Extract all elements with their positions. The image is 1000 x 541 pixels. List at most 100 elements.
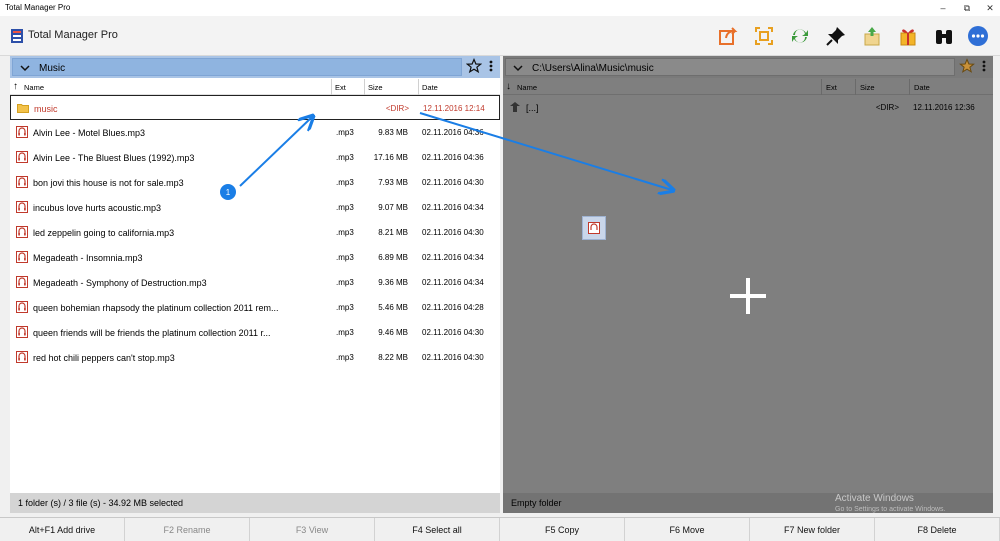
audio-file-icon bbox=[16, 351, 28, 363]
kebab-menu-icon[interactable] bbox=[980, 58, 988, 74]
sort-arrow-up-icon[interactable]: ↑ bbox=[13, 81, 18, 92]
row-size: 6.89 MB bbox=[378, 253, 408, 262]
table-row[interactable]: Alvin Lee - Motel Blues.mp3 .mp3 9.83 MB 02… bbox=[10, 120, 500, 145]
restore-icon[interactable]: ⧉ bbox=[960, 2, 974, 14]
right-path-box[interactable]: C:\Users\Alina\Music\music bbox=[505, 58, 955, 76]
row-size: 9.07 MB bbox=[378, 203, 408, 212]
plus-icon[interactable] bbox=[728, 276, 768, 316]
table-row[interactable]: bon jovi this house is not for sale.mp3.… bbox=[10, 170, 500, 195]
row-size: 5.46 MB bbox=[378, 303, 408, 312]
row-date: 12.11.2016 12:36 bbox=[913, 103, 975, 112]
col-date[interactable]: Date bbox=[914, 83, 930, 92]
col-size[interactable]: Size bbox=[368, 83, 383, 92]
row-ext: .mp3 bbox=[336, 228, 354, 237]
row-name: incubus love hurts acoustic.mp3 bbox=[33, 203, 162, 213]
chevron-down-icon[interactable] bbox=[512, 62, 524, 74]
row-size: <DIR> bbox=[385, 104, 409, 113]
find-button[interactable] bbox=[932, 24, 956, 48]
row-name: queen bohemian rhapsody the platinum col… bbox=[33, 303, 279, 313]
table-row[interactable]: queen bohemian rhapsody the platinum col… bbox=[10, 295, 500, 320]
upload-icon bbox=[864, 27, 880, 46]
row-name: Megadeath - Symphony of Destruction.mp3 bbox=[33, 278, 207, 288]
function-key-5[interactable]: F5 Copy bbox=[500, 518, 625, 541]
row-ext: .mp3 bbox=[336, 253, 354, 262]
table-row[interactable]: incubus love hurts acoustic.mp3 .mp3 9.07 … bbox=[10, 195, 500, 220]
activate-windows-watermark: Activate Windows bbox=[835, 493, 914, 504]
row-date: 02.11.2016 04:36 bbox=[422, 153, 484, 162]
table-row[interactable]: red hot chili peppers can't stop.mp3 .mp3… bbox=[10, 345, 500, 370]
sort-arrow-down-icon[interactable]: ↓ bbox=[506, 81, 511, 92]
row-name: music bbox=[34, 104, 58, 114]
table-row[interactable]: Megadeath - Symphony of Destruction.mp3.… bbox=[10, 270, 500, 295]
left-panel-header: Music bbox=[10, 56, 500, 78]
upload-button[interactable] bbox=[860, 24, 884, 48]
pin-button[interactable] bbox=[824, 24, 848, 48]
pin-icon bbox=[826, 27, 845, 46]
col-name[interactable]: Name bbox=[517, 83, 537, 92]
row-ext: .mp3 bbox=[336, 278, 354, 287]
minimize-icon[interactable]: – bbox=[936, 2, 950, 14]
left-panel[interactable]: Music ↑ Name Ext Size Date music <DIR> 12.… bbox=[10, 56, 500, 513]
row-date: 02.11.2016 04:34 bbox=[422, 253, 484, 262]
close-icon[interactable]: ✕ bbox=[983, 2, 997, 14]
col-ext[interactable]: Ext bbox=[826, 83, 837, 92]
list-item[interactable]: [...] <DIR> 12.11.2016 12:36 bbox=[503, 95, 993, 120]
left-status-bar: 1 folder (s) / 3 file (s) - 34.92 MB sel… bbox=[10, 493, 500, 513]
left-path-box[interactable]: Music bbox=[12, 58, 462, 76]
col-name[interactable]: Name bbox=[24, 83, 44, 92]
row-name: red hot chili peppers can't stop.mp3 bbox=[33, 353, 175, 363]
function-key-2: F2 Rename bbox=[125, 518, 250, 541]
function-key-7[interactable]: F7 New folder bbox=[750, 518, 875, 541]
row-date: 02.11.2016 04:34 bbox=[422, 203, 484, 212]
app-logo-icon bbox=[11, 29, 23, 43]
right-panel-header: C:\Users\Alina\Music\music bbox=[503, 56, 993, 78]
folder-icon bbox=[17, 104, 29, 113]
right-panel-title: C:\Users\Alina\Music\music bbox=[532, 63, 654, 74]
function-key-6[interactable]: F6 Move bbox=[625, 518, 750, 541]
function-key-4[interactable]: F4 Select all bbox=[375, 518, 500, 541]
row-date: 02.11.2016 04:28 bbox=[422, 303, 484, 312]
col-date[interactable]: Date bbox=[422, 83, 438, 92]
refresh-icon bbox=[792, 29, 808, 43]
col-ext[interactable]: Ext bbox=[335, 83, 346, 92]
star-filled-icon[interactable] bbox=[959, 58, 975, 74]
audio-file-icon bbox=[16, 251, 28, 263]
audio-file-icon bbox=[16, 176, 28, 188]
table-row[interactable]: Alvin Lee - The Bluest Blues (1992).mp3.… bbox=[10, 145, 500, 170]
audio-file-icon bbox=[16, 126, 28, 138]
row-size: 9.36 MB bbox=[378, 278, 408, 287]
more-button[interactable] bbox=[966, 24, 990, 48]
refresh-button[interactable] bbox=[788, 24, 812, 48]
row-date: 02.11.2016 04:30 bbox=[422, 228, 484, 237]
row-size: 7.93 MB bbox=[378, 178, 408, 187]
table-row[interactable]: Megadeath - Insomnia.mp3 .mp3 6.89 MB 02.11… bbox=[10, 245, 500, 270]
share-button[interactable] bbox=[716, 24, 740, 48]
row-size: 17.16 MB bbox=[373, 153, 408, 162]
row-name: Megadeath - Insomnia.mp3 bbox=[33, 253, 143, 263]
col-size[interactable]: Size bbox=[860, 83, 875, 92]
audio-file-icon bbox=[16, 226, 28, 238]
star-icon[interactable] bbox=[466, 58, 482, 74]
function-key-3: F3 View bbox=[250, 518, 375, 541]
share-icon bbox=[719, 27, 738, 45]
left-panel-title: Music bbox=[39, 63, 66, 74]
right-column-header: ↓ Name Ext Size Date bbox=[503, 79, 993, 95]
row-name: queen friends will be friends the platin… bbox=[33, 328, 271, 338]
row-ext: .mp3 bbox=[336, 178, 354, 187]
package-button[interactable] bbox=[896, 24, 920, 48]
drag-ghost-icon bbox=[582, 216, 606, 240]
row-size: <DIR> bbox=[875, 103, 899, 112]
kebab-menu-icon[interactable] bbox=[487, 58, 495, 74]
row-ext: .mp3 bbox=[336, 353, 354, 362]
folder-row[interactable]: music <DIR> 12.11.2016 12:14 bbox=[10, 95, 500, 120]
table-row[interactable]: queen friends will be friends the platin… bbox=[10, 320, 500, 345]
select-frame-button[interactable] bbox=[752, 24, 776, 48]
window-title: Total Manager Pro bbox=[5, 3, 71, 12]
table-row[interactable]: led zeppelin going to california.mp3 .mp3… bbox=[10, 220, 500, 245]
function-key-1[interactable]: Alt+F1 Add drive bbox=[0, 518, 125, 541]
function-key-8[interactable]: F8 Delete bbox=[875, 518, 1000, 541]
select-frame-icon bbox=[755, 27, 773, 45]
right-panel[interactable]: C:\Users\Alina\Music\music ↓ Name Ext Si… bbox=[503, 56, 993, 513]
row-date: 02.11.2016 04:36 bbox=[422, 128, 484, 137]
chevron-down-icon[interactable] bbox=[19, 62, 31, 74]
